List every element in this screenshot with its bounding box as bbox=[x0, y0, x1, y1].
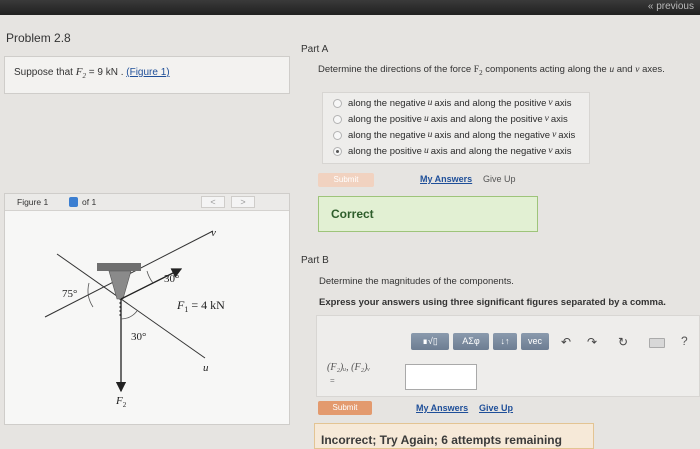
choice-text-c: axis and along the negative bbox=[430, 145, 547, 157]
statement-value: = 9 kN . bbox=[85, 67, 127, 78]
f1-label: F1 = 4 kN bbox=[176, 298, 225, 314]
problem-title: Problem 2.8 bbox=[6, 31, 71, 45]
figure-header: Figure 1 of 1 < > bbox=[5, 194, 289, 211]
choice-text-e: axis bbox=[554, 97, 572, 109]
help-icon[interactable]: ? bbox=[681, 334, 688, 348]
problem-statement: Suppose that F2 = 9 kN . (Figure 1) bbox=[14, 66, 170, 80]
f2-label: F2 bbox=[115, 395, 127, 409]
choice-text-a: along the negative bbox=[348, 129, 426, 141]
top-bar: « previous bbox=[0, 0, 700, 15]
f1-value: = 4 kN bbox=[188, 298, 225, 312]
part-a-feedback: Correct bbox=[318, 196, 538, 232]
statement-force: F2 bbox=[76, 66, 86, 80]
part-a-prompt-end: axes. bbox=[639, 64, 665, 75]
choice-text-a: along the positive bbox=[348, 113, 422, 125]
part-b-instruction: Express your answers using three signifi… bbox=[319, 297, 666, 308]
part-a-submit-button[interactable]: Submit bbox=[318, 173, 374, 187]
u-axis-label: u bbox=[203, 362, 209, 374]
figure-count: of 1 bbox=[82, 197, 97, 207]
figure-select-icon[interactable] bbox=[69, 197, 78, 207]
choice-1[interactable]: along the negative u axis and along the … bbox=[333, 95, 572, 111]
reset-icon[interactable]: ↻ bbox=[618, 335, 628, 349]
answer-input[interactable] bbox=[405, 364, 477, 390]
radio-icon[interactable] bbox=[333, 114, 342, 124]
previous-link[interactable]: « previous bbox=[648, 0, 694, 14]
part-a-my-answers-link[interactable]: My Answers bbox=[420, 174, 472, 184]
choice-axis-2: v bbox=[552, 130, 557, 140]
vec-button[interactable]: vec bbox=[521, 333, 549, 350]
choice-3[interactable]: along the negative u axis and along the … bbox=[333, 127, 575, 143]
part-b-prompt: Determine the magnitudes of the componen… bbox=[319, 276, 514, 287]
problem-statement-panel: Suppose that F2 = 9 kN . (Figure 1) bbox=[4, 56, 290, 94]
choice-axis-2: v bbox=[548, 146, 553, 156]
part-a-prompt-force: F2 bbox=[474, 65, 483, 77]
angle-75: 75° bbox=[62, 288, 77, 300]
force-diagram: 30° 75° 30° F1 = 4 kN F2 u v bbox=[44, 227, 225, 409]
choice-text-e: axis bbox=[558, 129, 576, 141]
choice-text-e: axis bbox=[550, 113, 568, 125]
choice-axis-1: u bbox=[427, 98, 433, 108]
radio-selected-icon[interactable] bbox=[333, 146, 342, 156]
choice-axis-1: u bbox=[423, 146, 429, 156]
part-a-prompt: Determine the directions of the force F2… bbox=[318, 64, 665, 77]
part-a-prompt-text-1: Determine the directions of the force bbox=[318, 64, 474, 75]
choice-text-c: axis and along the positive bbox=[430, 113, 543, 125]
choice-text-a: along the positive bbox=[348, 145, 422, 157]
choice-4[interactable]: along the positive u axis and along the … bbox=[333, 143, 572, 159]
v-axis-label: v bbox=[211, 227, 216, 239]
choice-text-a: along the negative bbox=[348, 97, 426, 109]
greek-button[interactable]: ΑΣφ bbox=[453, 333, 489, 350]
part-b-label: Part B bbox=[301, 255, 329, 266]
support-plate bbox=[97, 263, 141, 271]
choice-axis-2: v bbox=[548, 98, 553, 108]
figure-link[interactable]: (Figure 1) bbox=[126, 67, 169, 78]
choice-axis-1: u bbox=[427, 130, 433, 140]
statement-prefix: Suppose that bbox=[14, 67, 73, 78]
arrows-button[interactable]: ↓↑ bbox=[493, 333, 517, 350]
choice-axis-1: u bbox=[423, 114, 429, 124]
choice-text-e: axis bbox=[554, 145, 572, 157]
choice-text-c: axis and along the negative bbox=[434, 129, 551, 141]
part-a-label: Part A bbox=[301, 44, 329, 55]
radio-icon[interactable] bbox=[333, 98, 342, 108]
angle-30-top: 30° bbox=[164, 273, 179, 285]
part-b-feedback: Incorrect; Try Again; 6 attempts remaini… bbox=[314, 423, 594, 449]
templates-button[interactable]: ∎√▯ bbox=[411, 333, 449, 350]
keyboard-icon[interactable] bbox=[649, 338, 665, 348]
choice-axis-2: v bbox=[544, 114, 549, 124]
correct-text: Correct bbox=[331, 207, 374, 221]
undo-icon[interactable]: ↶ bbox=[561, 335, 571, 349]
choice-text-c: axis and along the positive bbox=[434, 97, 547, 109]
part-a-give-up-link[interactable]: Give Up bbox=[483, 174, 516, 184]
radio-icon[interactable] bbox=[333, 130, 342, 140]
part-b-give-up-link[interactable]: Give Up bbox=[479, 403, 513, 413]
f2-sub: 2 bbox=[123, 401, 127, 409]
answer-area: ∎√▯ ΑΣφ ↓↑ vec ↶ ↷ ↻ ? (F₂)ᵤ, (F₂)ᵥ = bbox=[316, 315, 700, 397]
answer-choices: along the negative u axis and along the … bbox=[322, 92, 590, 164]
figure-next-button[interactable]: > bbox=[231, 196, 255, 208]
support-bracket bbox=[108, 270, 132, 300]
part-a-prompt-and: and bbox=[614, 64, 636, 75]
angle-arc-bottom bbox=[120, 310, 138, 320]
angle-arc-top bbox=[146, 270, 154, 284]
figure-panel: Figure 1 of 1 < > 30° 75° 30° F1 = 4 kN … bbox=[4, 193, 290, 425]
redo-icon[interactable]: ↷ bbox=[587, 335, 597, 349]
incorrect-text: Incorrect; Try Again; 6 attempts remaini… bbox=[321, 433, 562, 447]
figure-prev-button[interactable]: < bbox=[201, 196, 225, 208]
figure-label: Figure 1 bbox=[17, 197, 49, 207]
answer-equals: = bbox=[330, 376, 335, 385]
angle-30-bottom: 30° bbox=[131, 331, 146, 343]
answer-label: (F₂)ᵤ, (F₂)ᵥ bbox=[327, 362, 371, 373]
part-b-my-answers-link[interactable]: My Answers bbox=[416, 403, 468, 413]
part-b-submit-button[interactable]: Submit bbox=[318, 401, 372, 415]
choice-2[interactable]: along the positive u axis and along the … bbox=[333, 111, 568, 127]
part-a-prompt-text-2: components acting along the bbox=[482, 64, 610, 75]
